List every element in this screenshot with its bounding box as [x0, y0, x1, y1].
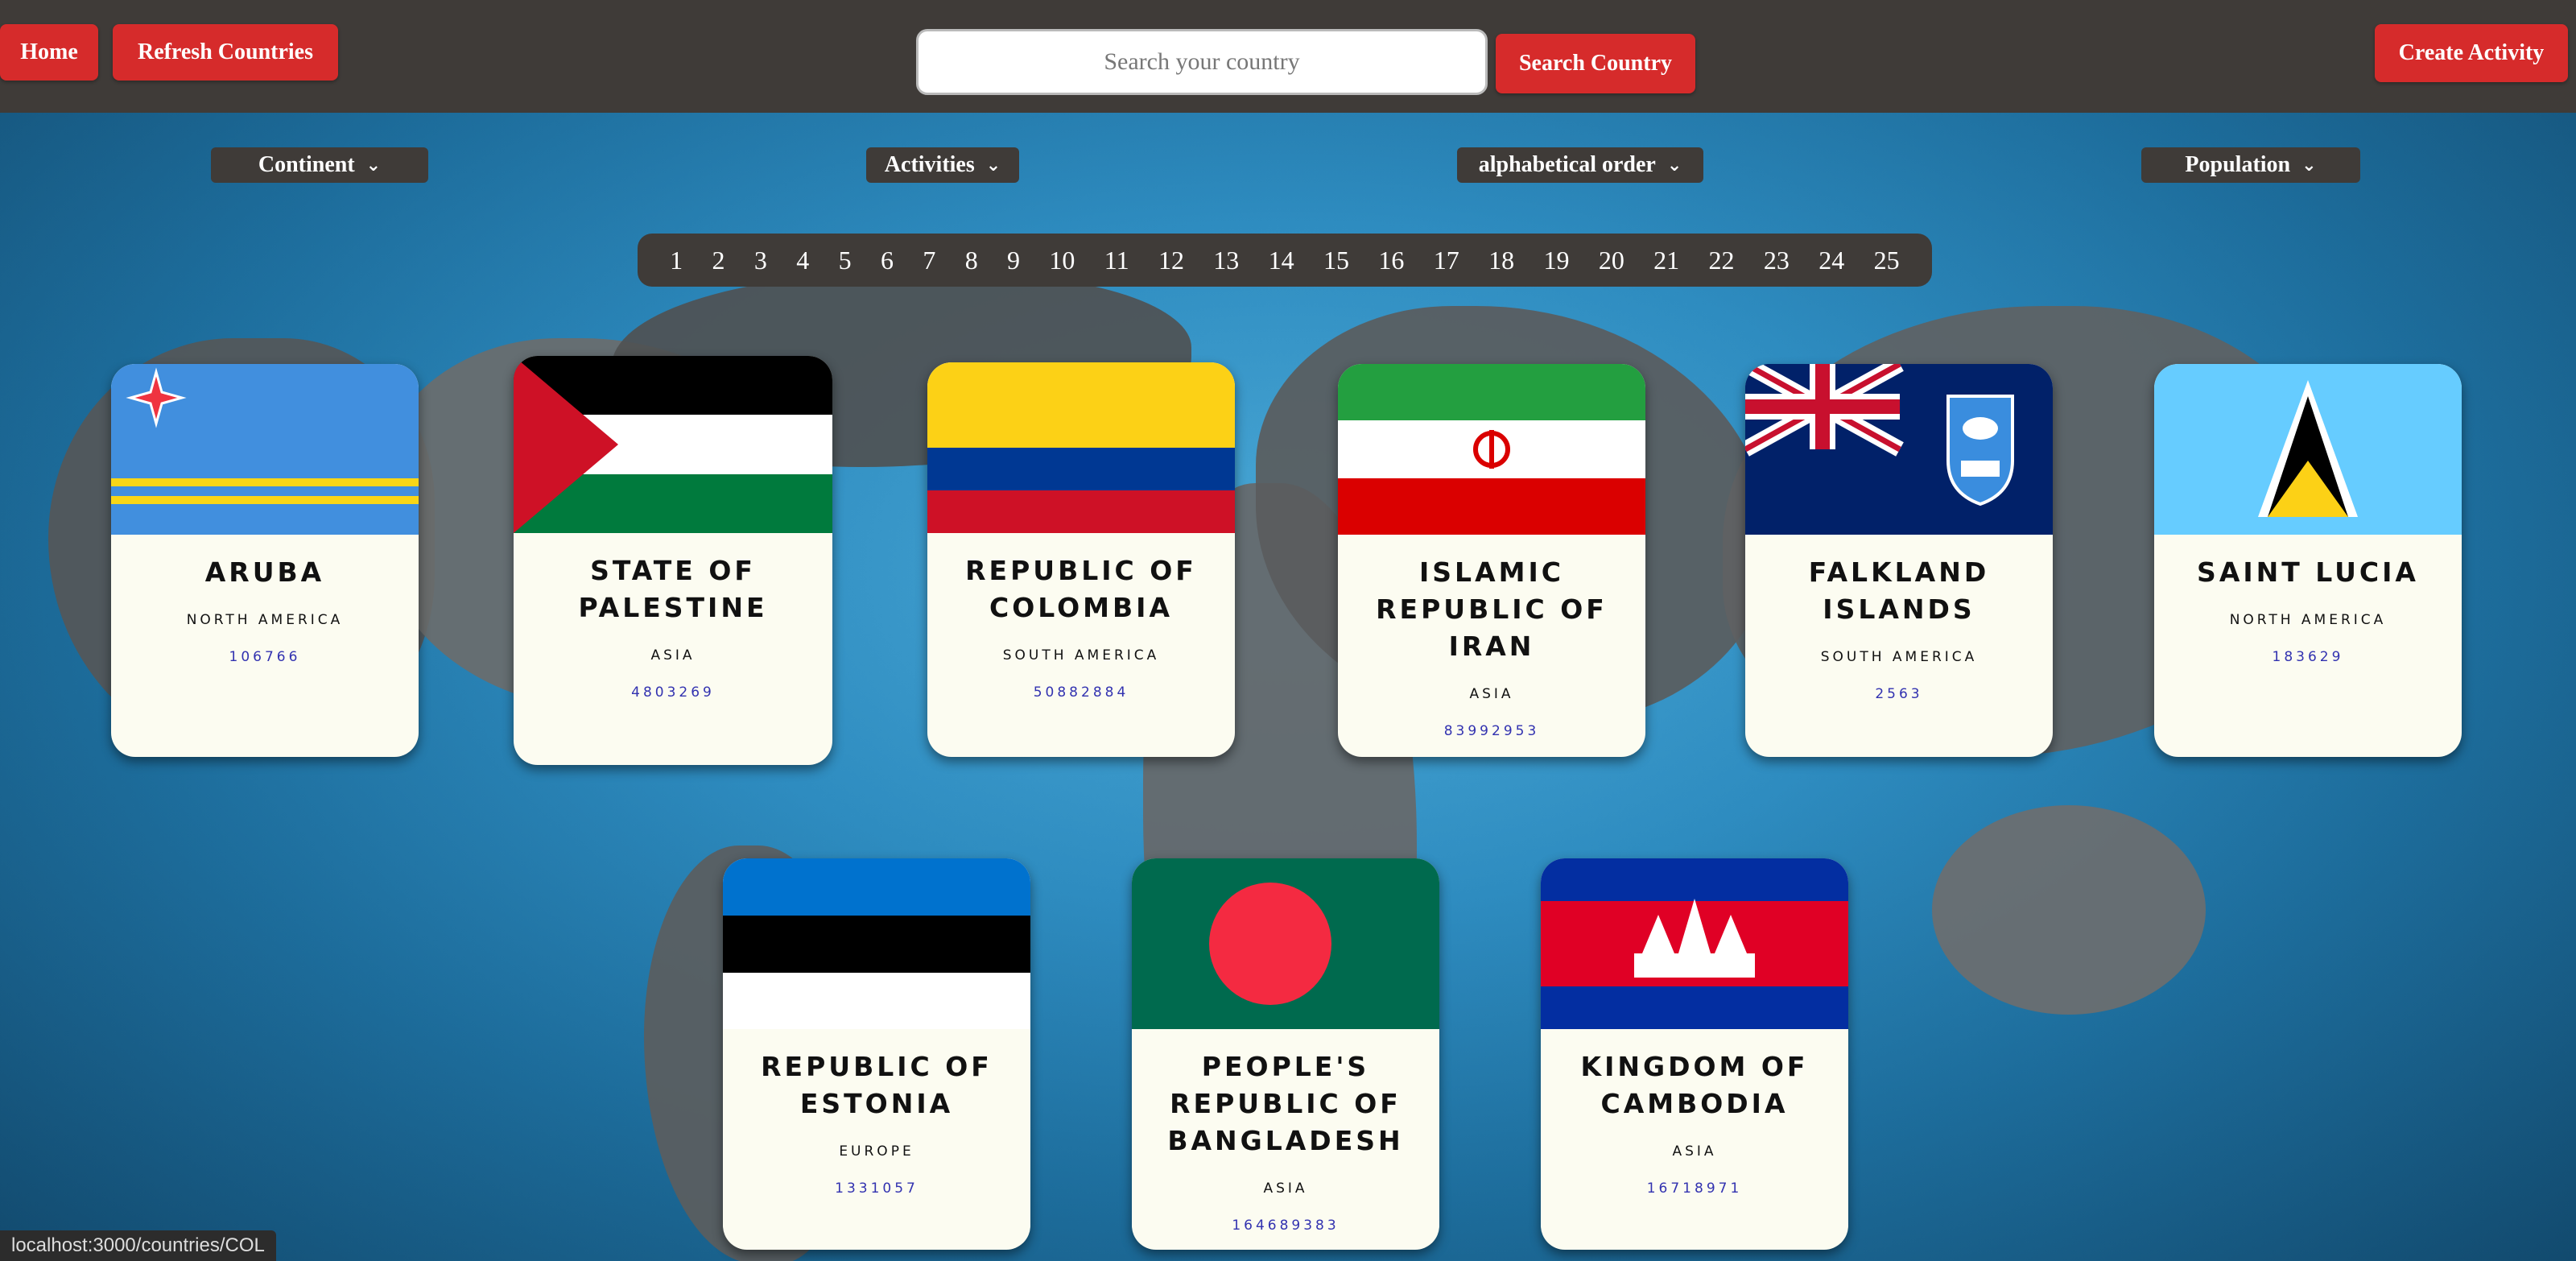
page-link[interactable]: 2	[712, 246, 725, 275]
country-name: REPUBLIC OF ESTONIA	[761, 1051, 993, 1119]
pagination: 1 2 3 4 5 6 7 8 9 10 11 12 13 14 15 16 1…	[638, 234, 1932, 287]
activities-filter-label: Activities	[884, 152, 975, 177]
country-continent: SOUTH AMERICA	[1820, 649, 1978, 665]
page-link[interactable]: 4	[796, 246, 809, 275]
country-population: 83992953	[1443, 723, 1540, 739]
page-link[interactable]: 12	[1158, 246, 1184, 275]
order-filter-select[interactable]: alphabetical order ⌄	[1457, 147, 1703, 183]
country-name: STATE OF PALESTINE	[578, 555, 768, 623]
country-population: 106766	[229, 649, 301, 665]
page-link[interactable]: 20	[1599, 246, 1624, 275]
country-continent: NORTH AMERICA	[2229, 612, 2387, 628]
cambodia-flag-icon	[1541, 858, 1848, 1029]
browser-status-url: localhost:3000/countries/COL	[0, 1230, 276, 1261]
bangladesh-flag-icon	[1132, 858, 1439, 1029]
country-population: 4803269	[631, 684, 715, 701]
page-link[interactable]: 24	[1818, 246, 1844, 275]
page-link[interactable]: 5	[839, 246, 852, 275]
page-link[interactable]: 22	[1709, 246, 1735, 275]
country-card[interactable]: SAINT LUCIA NORTH AMERICA 183629	[2154, 364, 2462, 757]
country-name: SAINT LUCIA	[2197, 556, 2419, 588]
country-card[interactable]: ARUBA NORTH AMERICA 106766	[111, 364, 419, 757]
country-card[interactable]: FALKLAND ISLANDS SOUTH AMERICA 2563	[1745, 364, 2053, 757]
chevron-down-icon: ⌄	[2301, 155, 2317, 176]
country-continent: ASIA	[1263, 1180, 1308, 1197]
population-filter-select[interactable]: Population ⌄	[2141, 147, 2360, 183]
country-name: ARUBA	[204, 556, 325, 588]
country-population: 1331057	[835, 1180, 919, 1197]
page-link[interactable]: 7	[923, 246, 935, 275]
country-population: 183629	[2272, 649, 2344, 665]
country-name: PEOPLE'S REPUBLIC OF BANGLADESH	[1167, 1051, 1404, 1156]
page-link[interactable]: 13	[1213, 246, 1239, 275]
country-name: ISLAMIC REPUBLIC OF IRAN	[1376, 556, 1608, 662]
falkland-islands-flag-icon	[1745, 364, 2053, 535]
search-input[interactable]	[916, 29, 1488, 95]
chevron-down-icon: ⌄	[985, 155, 1001, 176]
activities-filter-select[interactable]: Activities ⌄	[866, 147, 1019, 183]
country-card[interactable]: ISLAMIC REPUBLIC OF IRAN ASIA 83992953	[1338, 364, 1645, 757]
country-card[interactable]: REPUBLIC OF ESTONIA EUROPE 1331057	[723, 858, 1030, 1250]
country-population: 2563	[1875, 686, 1923, 702]
country-name: REPUBLIC OF COLOMBIA	[965, 555, 1197, 623]
country-continent: EUROPE	[839, 1143, 914, 1160]
country-card[interactable]: PEOPLE'S REPUBLIC OF BANGLADESH ASIA 164…	[1132, 858, 1439, 1250]
page-link[interactable]: 9	[1007, 246, 1020, 275]
country-continent: ASIA	[650, 647, 696, 664]
page-link[interactable]: 6	[881, 246, 894, 275]
colombia-flag-icon	[927, 362, 1235, 533]
chevron-down-icon: ⌄	[1666, 155, 1682, 176]
search-country-button[interactable]: Search Country	[1496, 34, 1695, 93]
page-link[interactable]: 1	[670, 246, 683, 275]
country-continent: NORTH AMERICA	[186, 612, 344, 628]
continent-filter-select[interactable]: Continent ⌄	[211, 147, 428, 183]
country-name: KINGDOM OF CAMBODIA	[1580, 1051, 1809, 1119]
page-link[interactable]: 16	[1378, 246, 1404, 275]
country-card[interactable]: KINGDOM OF CAMBODIA ASIA 16718971	[1541, 858, 1848, 1250]
country-population: 164689383	[1232, 1218, 1340, 1234]
page-link[interactable]: 21	[1653, 246, 1679, 275]
population-filter-label: Population	[2185, 152, 2291, 177]
page-link[interactable]: 15	[1323, 246, 1349, 275]
estonia-flag-icon	[723, 858, 1030, 1029]
page-link[interactable]: 8	[965, 246, 978, 275]
saint-lucia-flag-icon	[2154, 364, 2462, 535]
page-link[interactable]: 23	[1764, 246, 1790, 275]
continent-filter-label: Continent	[258, 152, 355, 177]
top-navbar: Home Refresh Countries Search Country Cr…	[0, 0, 2576, 113]
page-link[interactable]: 14	[1269, 246, 1294, 275]
palestine-flag-icon	[514, 356, 832, 533]
create-activity-button[interactable]: Create Activity	[2375, 24, 2568, 82]
country-name: FALKLAND ISLANDS	[1808, 556, 1990, 625]
iran-flag-icon	[1338, 364, 1645, 535]
aruba-flag-icon	[111, 364, 419, 535]
page-link[interactable]: 18	[1488, 246, 1514, 275]
page-link[interactable]: 11	[1104, 246, 1129, 275]
page-link[interactable]: 19	[1543, 246, 1569, 275]
country-population: 16718971	[1646, 1180, 1743, 1197]
chevron-down-icon: ⌄	[365, 155, 382, 176]
map-landmass	[1932, 805, 2206, 1015]
country-card[interactable]: STATE OF PALESTINE ASIA 4803269	[514, 356, 832, 765]
home-button[interactable]: Home	[0, 24, 98, 81]
order-filter-label: alphabetical order	[1478, 152, 1656, 177]
country-continent: SOUTH AMERICA	[1002, 647, 1160, 664]
page-link[interactable]: 25	[1874, 246, 1900, 275]
page-link[interactable]: 17	[1434, 246, 1459, 275]
country-population: 50882884	[1033, 684, 1129, 701]
country-continent: ASIA	[1672, 1143, 1717, 1160]
country-card[interactable]: REPUBLIC OF COLOMBIA SOUTH AMERICA 50882…	[927, 362, 1235, 757]
country-continent: ASIA	[1469, 686, 1514, 702]
refresh-countries-button[interactable]: Refresh Countries	[113, 24, 338, 81]
page-link[interactable]: 3	[754, 246, 767, 275]
page-link[interactable]: 10	[1049, 246, 1075, 275]
